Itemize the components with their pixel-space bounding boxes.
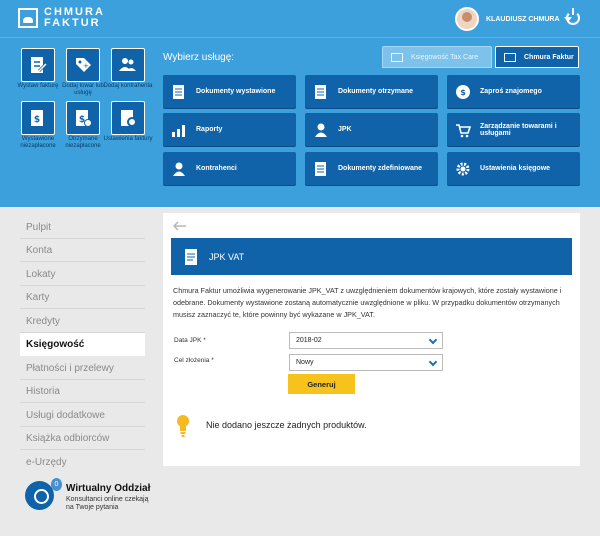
sidebar-item-historia[interactable]: Historia [20, 380, 145, 403]
virtual-branch[interactable]: 0 Wirtualny Oddział Konsultanci online c… [22, 478, 152, 518]
lightbulb-icon [177, 415, 189, 437]
top-bar: CHMURA FAKTUR KLAUDIUSZ CHMURA [0, 0, 600, 38]
empty-products-message: Nie dodano jeszcze żadnych produktów. [206, 420, 367, 430]
service-issued-documents[interactable]: Dokumenty wystawione [163, 75, 296, 108]
service-accounting-settings[interactable]: Ustawienia księgowe [447, 152, 580, 185]
sidebar-item-uslugi[interactable]: Usługi dodatkowe [20, 404, 145, 427]
service-label: Dokumenty otrzymane [338, 88, 414, 95]
sidebar-item-ksiegowosc[interactable]: Księgowość [20, 333, 145, 356]
virtual-branch-title: Wirtualny Oddział [66, 483, 151, 494]
purpose-label: Cel złożenia * [174, 357, 214, 364]
user-menu[interactable]: KLAUDIUSZ CHMURA [455, 7, 572, 31]
tab-chmura-faktur[interactable]: Chmura Faktur [495, 46, 579, 68]
user-icon [173, 162, 185, 176]
document-check-icon: $ [76, 110, 92, 127]
service-label: Zarządzanie towarami i usługami [480, 122, 557, 137]
received-unpaid-tile[interactable]: $ [66, 101, 100, 135]
sidebar-item-ksiazka[interactable]: Książka odbiorców [20, 427, 145, 450]
tab-label: Księgowość Tax Care [411, 53, 479, 61]
date-value: 2018-02 [296, 337, 322, 344]
add-contractor-tile[interactable] [111, 48, 145, 82]
user-icon [315, 123, 327, 137]
sidebar-item-pulpit[interactable]: Pulpit [20, 216, 145, 239]
sidebar-item-lokaty[interactable]: Lokaty [20, 263, 145, 286]
calculator-icon [391, 52, 403, 62]
bar-chart-icon [172, 124, 185, 137]
document-list-icon [185, 248, 197, 265]
date-select[interactable]: 2018-02 [289, 332, 443, 349]
main-panel: JPK VAT Chmura Faktur umożliwia wygenero… [163, 213, 580, 466]
add-product-tile[interactable]: + [66, 48, 100, 82]
service-defined-documents[interactable]: Dokumenty zdefiniowane [305, 152, 438, 185]
invite-icon: $ [456, 84, 470, 99]
service-received-documents[interactable]: Dokumenty otrzymane [305, 75, 438, 108]
services-heading: Wybierz usługę: [163, 52, 235, 63]
service-label: Raporty [196, 126, 223, 133]
svg-text:+: + [83, 62, 89, 70]
cloud-icon [504, 52, 516, 62]
issue-invoice-tile[interactable] [21, 48, 55, 82]
service-invite-friend[interactable]: $ Zaproś znajomego [447, 75, 580, 108]
purpose-value: Nowy [296, 359, 314, 366]
cart-icon [456, 123, 471, 137]
date-label: Data JPK * [174, 337, 206, 344]
quick-label: Dodaj kontrahenta [103, 83, 153, 89]
document-list-icon [315, 84, 326, 99]
document-gear-icon [121, 110, 137, 127]
jpk-header: JPK VAT [171, 238, 572, 275]
notification-badge: 0 [51, 478, 62, 491]
tag-plus-icon: + [76, 58, 91, 72]
generate-button[interactable]: Generuj [288, 374, 355, 394]
document-list-icon [315, 161, 326, 176]
service-label: Ustawienia księgowe [480, 165, 551, 172]
gear-icon [456, 162, 470, 175]
virtual-branch-subtitle: Konsultanci online czekają na Twoje pyta… [66, 496, 149, 511]
chevron-down-icon [428, 357, 438, 367]
chevron-down-icon [428, 335, 438, 345]
cloud-logo-icon [18, 8, 38, 28]
issued-unpaid-tile[interactable]: $ [21, 101, 55, 135]
purpose-select[interactable]: Nowy [289, 354, 443, 371]
service-label: Dokumenty zdefiniowane [338, 165, 423, 172]
invoice-pen-icon [31, 57, 48, 73]
webcam-icon [25, 481, 54, 510]
service-reports[interactable]: Raporty [163, 113, 296, 146]
svg-text:$: $ [34, 115, 40, 125]
sidebar-item-e-urzedy[interactable]: e-Urzędy [20, 451, 145, 474]
back-arrow-icon[interactable] [173, 221, 187, 231]
service-label: JPK [338, 126, 352, 133]
logo-line-2: FAKTUR [44, 17, 101, 29]
service-label: Kontrahenci [196, 165, 237, 172]
svg-text:$: $ [460, 88, 466, 97]
app-logo[interactable]: CHMURA FAKTUR [18, 7, 105, 29]
sidebar-item-karty[interactable]: Karty [20, 286, 145, 309]
sidebar-item-kredyty[interactable]: Kredyty [20, 310, 145, 333]
jpk-description: Chmura Faktur umożliwia wygenerowanie JP… [173, 286, 562, 319]
invoice-settings-tile[interactable] [111, 101, 145, 135]
sidebar-item-konta[interactable]: Konta [20, 239, 145, 262]
tab-tax-care[interactable]: Księgowość Tax Care [382, 46, 492, 68]
quick-label: Ustawienia faktury [103, 136, 153, 142]
users-plus-icon [119, 58, 136, 71]
service-contractors[interactable]: Kontrahenci [163, 152, 296, 185]
service-label: Dokumenty wystawione [196, 88, 276, 95]
document-dollar-icon: $ [31, 110, 43, 126]
service-label: Zaproś znajomego [480, 88, 542, 95]
service-jpk[interactable]: JPK [305, 113, 438, 146]
page-title: JPK VAT [209, 251, 245, 262]
tab-label: Chmura Faktur [524, 53, 574, 61]
sidebar-item-platnosci[interactable]: Płatności i przelewy [20, 357, 145, 380]
document-list-icon [173, 84, 184, 99]
power-icon[interactable] [566, 8, 580, 25]
user-name: KLAUDIUSZ CHMURA [486, 15, 560, 23]
service-product-management[interactable]: Zarządzanie towarami i usługami [447, 113, 580, 146]
avatar [455, 7, 479, 31]
